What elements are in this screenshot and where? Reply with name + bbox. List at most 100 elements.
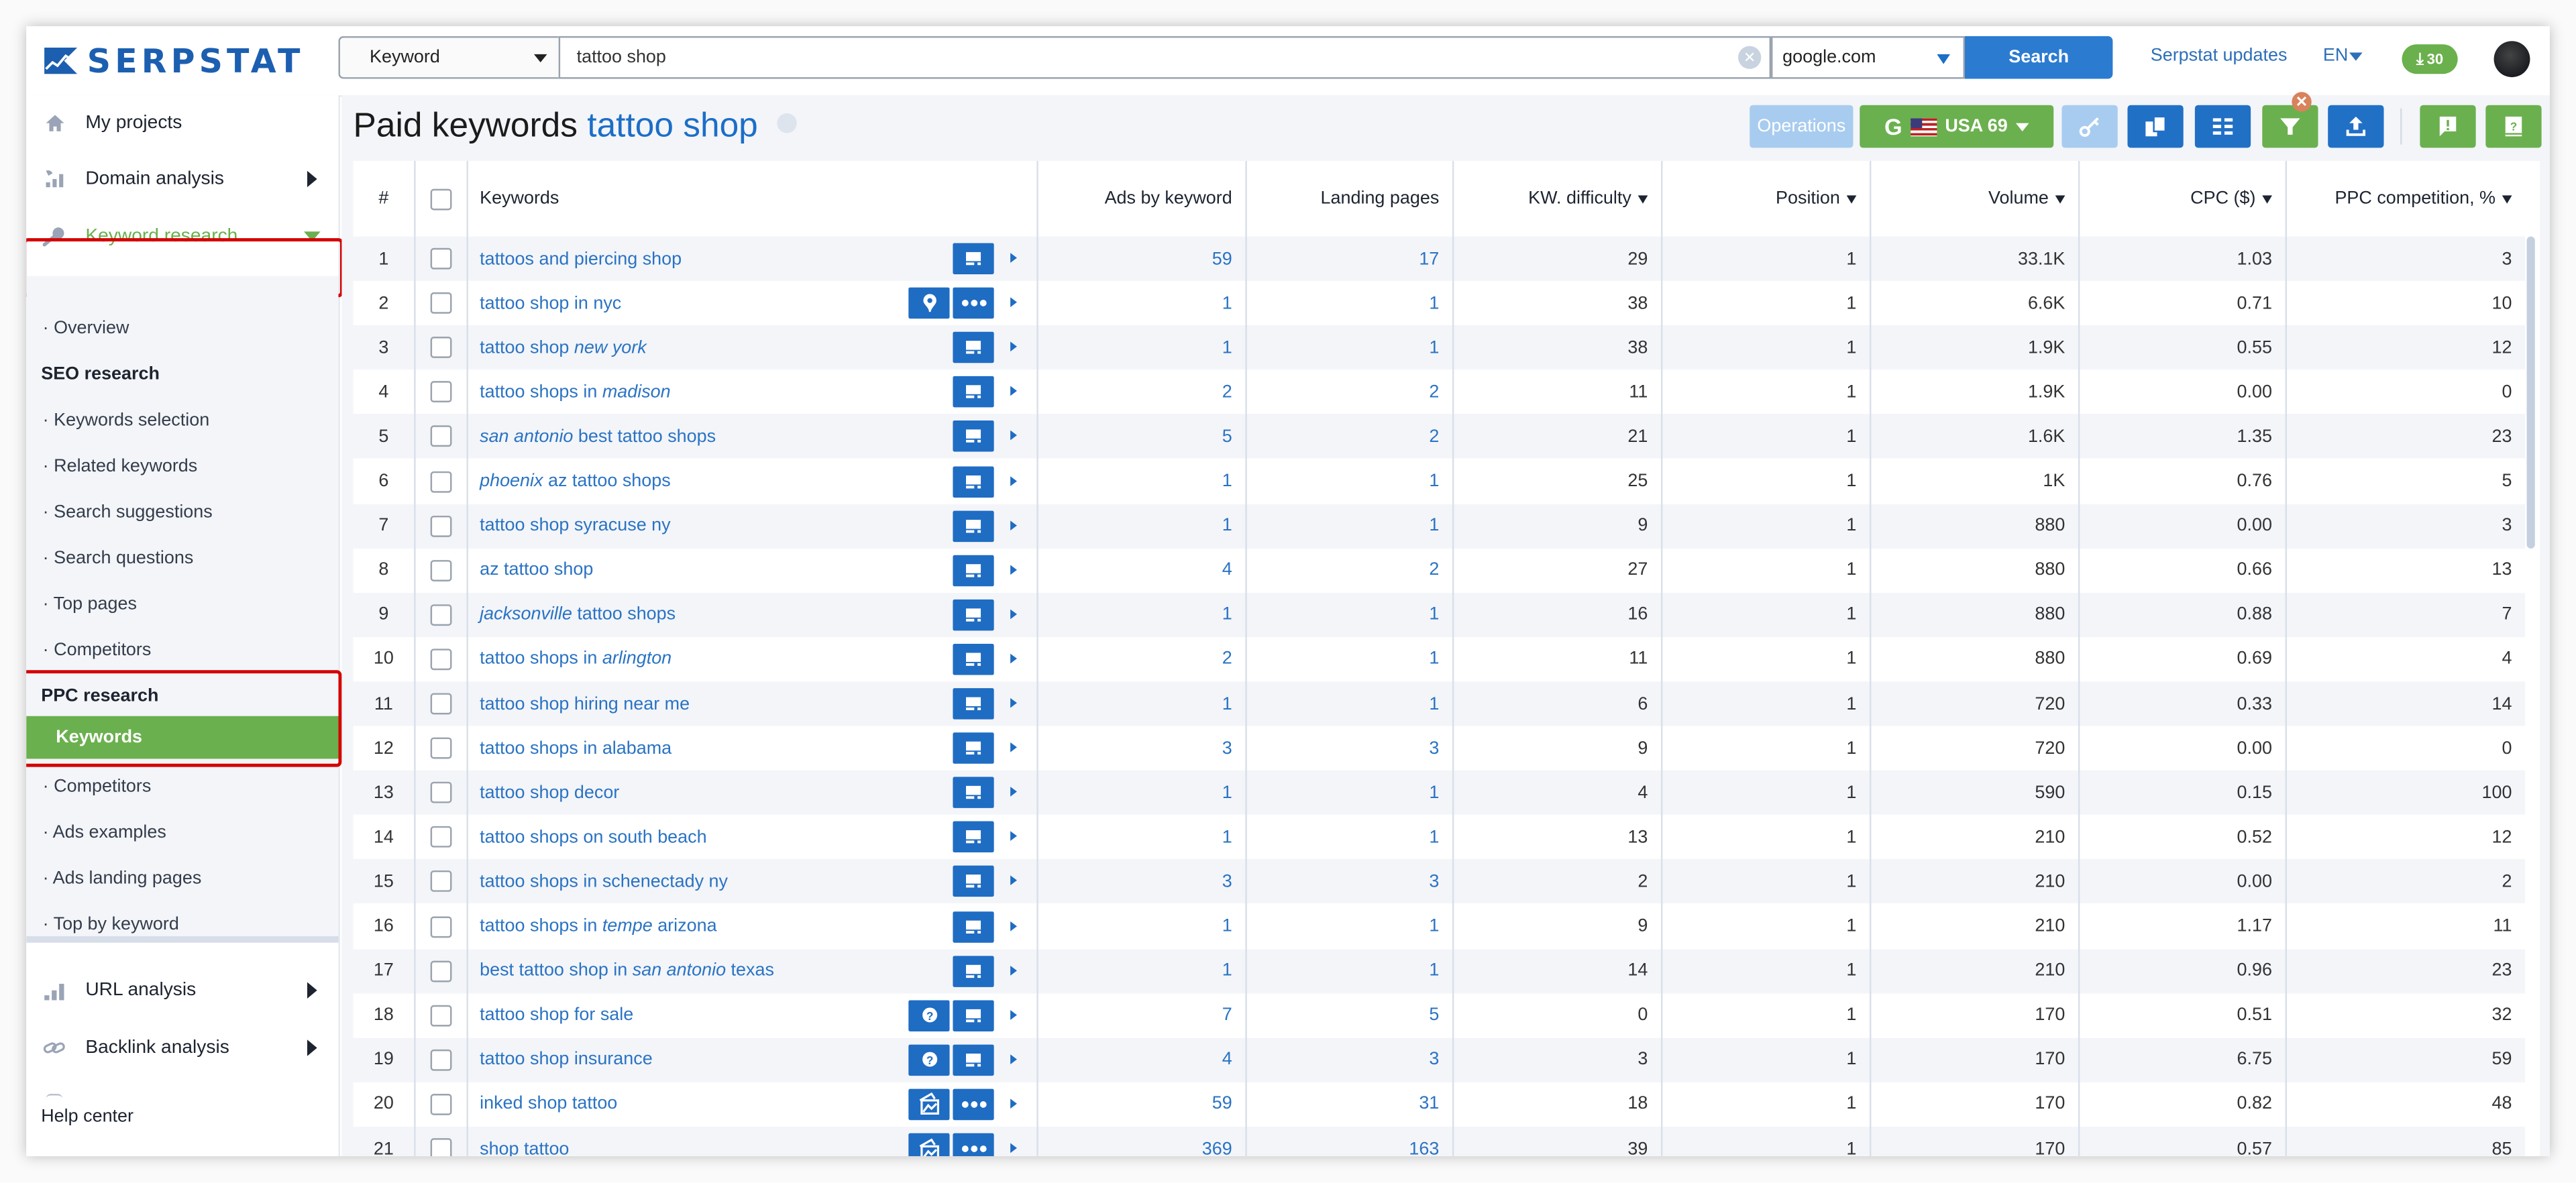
expand-row-icon[interactable] [1010,609,1017,619]
keyword-link[interactable]: phoenix az tattoo shops [480,471,671,491]
landing-pages-cell[interactable]: 2 [1245,414,1452,459]
landing-pages-cell[interactable]: 2 [1245,370,1452,414]
serpstat-logo[interactable]: SERPSTAT [41,41,304,80]
row-select-cell[interactable] [414,771,466,815]
landing-pages-cell[interactable]: 163 [1245,1127,1452,1156]
ads-by-keyword-cell[interactable]: 1 [1036,281,1245,325]
ads-button[interactable] [953,643,994,675]
submenu-top-by-keyword[interactable]: · Top by keyword [43,915,179,934]
submenu-search-questions[interactable]: · Search questions [43,549,194,568]
question-button[interactable]: ? [908,1044,950,1076]
keyword-link[interactable]: tattoo shop in nyc [480,293,621,313]
row-checkbox[interactable] [429,915,451,938]
operations-button[interactable]: Operations [1750,105,1854,148]
row-checkbox[interactable] [429,782,451,804]
sidebar-item-url-analysis[interactable]: URL analysis [26,962,338,1018]
landing-pages-cell[interactable]: 1 [1245,325,1452,370]
search-input[interactable]: tattoo shop [558,36,1772,79]
row-checkbox[interactable] [429,1138,451,1157]
row-checkbox[interactable] [429,960,451,982]
row-checkbox[interactable] [429,470,451,492]
header-select-all[interactable] [414,161,466,237]
expand-row-icon[interactable] [1010,520,1017,530]
expand-row-icon[interactable] [1010,1143,1017,1153]
keyword-link[interactable]: tattoo shop new york [480,338,647,357]
expand-row-icon[interactable] [1010,965,1017,975]
help-book-button[interactable]: ? [2485,105,2542,148]
row-checkbox[interactable] [429,1005,451,1026]
ads-button[interactable] [953,1044,994,1076]
ads-by-keyword-cell[interactable]: 4 [1036,548,1245,592]
ads-by-keyword-cell[interactable]: 4 [1036,1037,1245,1082]
row-checkbox[interactable] [429,559,451,581]
row-select-cell[interactable] [414,237,466,281]
images-button[interactable] [908,1133,950,1157]
ads-button[interactable] [953,910,994,942]
row-checkbox[interactable] [429,826,451,848]
ads-button[interactable] [953,332,994,363]
ads-button[interactable] [953,510,994,542]
row-select-cell[interactable] [414,325,466,370]
keyword-link[interactable]: tattoo shop hiring near me [480,694,690,714]
columns-button[interactable] [2194,105,2251,148]
keyword-link[interactable]: tattoo shop syracuse ny [480,516,671,535]
expand-row-icon[interactable] [1010,920,1017,931]
expand-row-icon[interactable] [1010,787,1017,797]
header-cpc[interactable]: CPC ($) [2078,161,2286,237]
submenu-ppc-competitors[interactable]: · Competitors [43,777,152,796]
keyword-link[interactable]: tattoo shops in arlington [480,649,672,669]
row-select-cell[interactable] [414,593,466,637]
row-checkbox[interactable] [429,381,451,403]
more-button[interactable] [953,1088,994,1120]
submenu-seo-competitors[interactable]: · Competitors [43,640,152,660]
row-select-cell[interactable] [414,860,466,904]
row-checkbox[interactable] [429,693,451,715]
sidebar-item-backlink-analysis[interactable]: Backlink analysis [26,1020,338,1076]
ads-by-keyword-cell[interactable]: 1 [1036,325,1245,370]
user-avatar[interactable] [2493,41,2530,78]
ads-by-keyword-cell[interactable]: 3 [1036,860,1245,904]
help-center-link[interactable]: Help center [41,1107,133,1127]
keyword-link[interactable]: az tattoo shop [480,561,593,580]
sidebar-item-my-projects[interactable]: My projects [26,95,338,151]
row-checkbox[interactable] [429,649,451,670]
ads-button[interactable] [953,243,994,274]
row-select-cell[interactable] [414,815,466,859]
submenu-related-keywords[interactable]: · Related keywords [43,457,198,476]
expand-row-icon[interactable] [1010,876,1017,886]
submenu-ads-landing-pages[interactable]: · Ads landing pages [43,869,202,889]
landing-pages-cell[interactable]: 1 [1245,815,1452,859]
keyword-link[interactable]: inked shop tattoo [480,1094,617,1114]
downloads-badge[interactable]: ⤓ 30 [2402,44,2458,74]
ads-by-keyword-cell[interactable]: 1 [1036,681,1245,726]
ads-button[interactable] [953,777,994,809]
row-checkbox[interactable] [429,514,451,537]
ads-by-keyword-cell[interactable]: 1 [1036,949,1245,993]
select-all-checkbox[interactable] [429,188,451,210]
ads-by-keyword-cell[interactable]: 7 [1036,993,1245,1037]
row-select-cell[interactable] [414,993,466,1037]
row-checkbox[interactable] [429,1049,451,1071]
header-landing-pages[interactable]: Landing pages [1245,161,1452,237]
feedback-button[interactable] [2420,105,2476,148]
row-checkbox[interactable] [429,1093,451,1115]
expand-row-icon[interactable] [1010,831,1017,842]
clear-search-icon[interactable]: ✕ [1738,46,1762,69]
expand-row-icon[interactable] [1010,653,1017,664]
search-engine-select[interactable]: google.com [1771,36,1966,79]
row-select-cell[interactable] [414,949,466,993]
landing-pages-cell[interactable]: 1 [1245,281,1452,325]
row-select-cell[interactable] [414,370,466,414]
row-checkbox[interactable] [429,604,451,626]
keyword-link[interactable]: tattoo shop decor [480,783,619,802]
question-button[interactable]: ? [908,999,950,1031]
ads-button[interactable] [953,955,994,987]
keyword-link[interactable]: san antonio best tattoo shops [480,427,716,446]
landing-pages-cell[interactable]: 1 [1245,681,1452,726]
ads-button[interactable] [953,599,994,630]
landing-pages-cell[interactable]: 3 [1245,726,1452,771]
row-select-cell[interactable] [414,281,466,325]
landing-pages-cell[interactable]: 1 [1245,459,1452,503]
expand-row-icon[interactable] [1010,475,1017,486]
header-kw-difficulty[interactable]: KW. difficulty [1452,161,1661,237]
